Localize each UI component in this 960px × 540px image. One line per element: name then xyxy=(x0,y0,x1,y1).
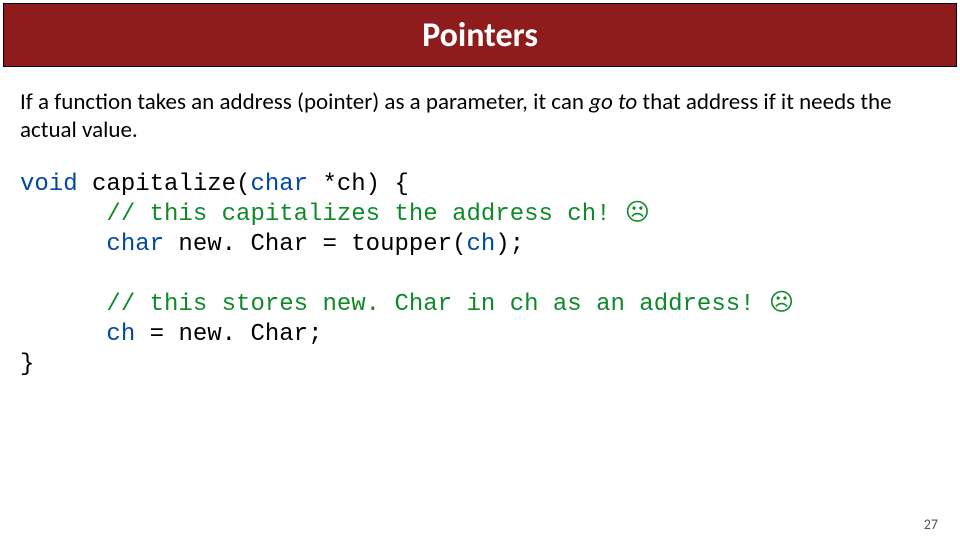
kw-char-2: char xyxy=(106,231,164,258)
title-bar: Pointers xyxy=(3,3,957,67)
code-l1b: capitalize( xyxy=(78,171,251,198)
code-l3d: ); xyxy=(495,231,524,258)
slide: Pointers If a function takes an address … xyxy=(0,3,960,540)
comment-1: // this capitalizes the address ch! xyxy=(106,201,624,228)
sad-face-icon: ☹ xyxy=(625,201,650,228)
code-ch-2: ch xyxy=(106,321,135,348)
para-pre: If a function takes an address (pointer)… xyxy=(20,88,589,116)
slide-title: Pointers xyxy=(422,15,538,56)
code-ch-1: ch xyxy=(466,231,495,258)
para-emph: go to xyxy=(589,88,637,116)
slide-body: If a function takes an address (pointer)… xyxy=(0,67,960,380)
slide-number: 27 xyxy=(924,516,938,533)
code-l5b: = new. Char; xyxy=(135,321,322,348)
kw-char-1: char xyxy=(250,171,308,198)
sad-face-icon-2: ☹ xyxy=(769,291,794,318)
intro-paragraph: If a function takes an address (pointer)… xyxy=(20,89,940,144)
kw-void: void xyxy=(20,171,78,198)
code-l1d: *ch) { xyxy=(308,171,409,198)
code-close-brace: } xyxy=(20,351,34,378)
comment-2: // this stores new. Char in ch as an add… xyxy=(106,291,769,318)
code-l3b: new. Char = toupper( xyxy=(164,231,466,258)
code-block: void capitalize(char *ch) { // this capi… xyxy=(20,170,940,380)
